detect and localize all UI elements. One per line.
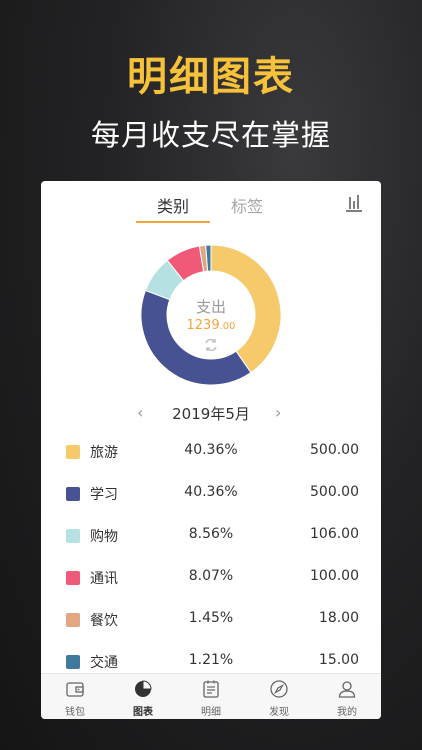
tab-details-label: 明细: [201, 707, 221, 718]
category-amount: 100.00: [310, 568, 359, 584]
category-percent: 1.21%: [188, 652, 234, 668]
tab-bar-top: 类别 标签: [41, 181, 381, 225]
color-swatch: [66, 529, 80, 543]
tab-discover[interactable]: 发现: [245, 674, 313, 719]
category-row[interactable]: 学习 40.36% 500.00: [41, 479, 381, 509]
wallet-icon: [66, 682, 84, 697]
hero-title: 明细图表: [127, 54, 295, 100]
category-amount: 500.00: [310, 484, 359, 500]
month-selector: ‹ 2019年5月 ›: [41, 401, 381, 425]
category-row[interactable]: 餐饮 1.45% 18.00: [41, 605, 381, 635]
app-screen: 类别 标签 支出 1239.00 ‹ 2019年5月 › 旅游 40.36% 5…: [41, 181, 381, 719]
tab-category[interactable]: 类别: [157, 193, 189, 217]
tab-discover-label: 发现: [269, 707, 289, 718]
hero-subtitle: 每月收支尽在掌握: [90, 118, 331, 152]
category-amount: 18.00: [318, 610, 359, 626]
category-row[interactable]: 购物 8.56% 106.00: [41, 521, 381, 551]
category-amount: 106.00: [310, 526, 359, 542]
color-swatch: [66, 655, 80, 669]
month-label: 2019年5月: [172, 405, 250, 423]
category-amount: 15.00: [318, 652, 359, 668]
tab-details[interactable]: 明细: [177, 674, 245, 719]
category-percent: 40.36%: [184, 442, 238, 458]
tab-mine-label: 我的: [337, 707, 357, 718]
color-swatch: [66, 613, 80, 627]
category-name: 通讯: [90, 571, 118, 587]
category-name: 学习: [90, 487, 118, 503]
calendar-icon: [203, 680, 219, 698]
bar-chart-icon[interactable]: [344, 193, 364, 213]
bottom-tab-bar: 钱包 图表 明细 发现 我的: [41, 673, 381, 719]
category-row[interactable]: 旅游 40.36% 500.00: [41, 437, 381, 467]
pie-chart-icon: [135, 680, 152, 697]
tab-tags[interactable]: 标签: [231, 193, 263, 217]
category-name: 旅游: [90, 445, 118, 461]
category-name: 交通: [90, 655, 118, 671]
chevron-right-icon[interactable]: ›: [275, 403, 281, 422]
donut-center-amount: 1239.00: [137, 318, 285, 333]
color-swatch: [66, 571, 80, 585]
tab-wallet-label: 钱包: [65, 707, 85, 718]
category-name: 购物: [90, 529, 118, 545]
category-percent: 8.56%: [188, 526, 234, 542]
amount-main: 1239: [186, 318, 220, 333]
category-percent: 40.36%: [184, 484, 238, 500]
refresh-icon[interactable]: [203, 337, 219, 353]
category-name: 餐饮: [90, 613, 118, 629]
compass-icon: [270, 680, 288, 698]
amount-decimal: .00: [219, 321, 236, 332]
active-tab-indicator: [136, 221, 210, 223]
chevron-left-icon[interactable]: ‹: [137, 403, 143, 422]
category-percent: 8.07%: [188, 568, 234, 584]
tab-chart-label: 图表: [133, 707, 153, 718]
color-swatch: [66, 487, 80, 501]
donut-chart: 支出 1239.00: [137, 241, 285, 389]
color-swatch: [66, 445, 80, 459]
category-row[interactable]: 通讯 8.07% 100.00: [41, 563, 381, 593]
category-amount: 500.00: [310, 442, 359, 458]
tab-chart[interactable]: 图表: [109, 674, 177, 719]
tab-mine[interactable]: 我的: [313, 674, 381, 719]
donut-center-label: 支出: [195, 298, 226, 316]
tab-wallet[interactable]: 钱包: [41, 674, 109, 719]
user-icon: [338, 681, 356, 698]
category-percent: 1.45%: [188, 610, 234, 626]
